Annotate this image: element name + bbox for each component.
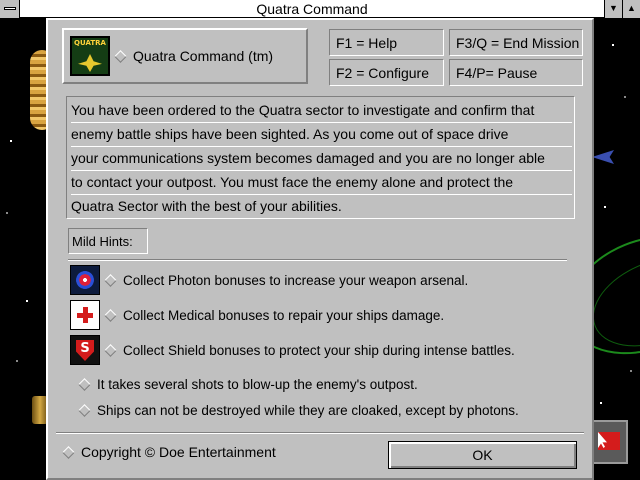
help-key-hint: F1 = Help (329, 29, 444, 56)
hint-row-photon: Collect Photon bonuses to increase your … (70, 265, 468, 295)
story-line: to contact your outpost. You must face t… (71, 171, 572, 195)
bullet-diamond-icon (78, 404, 91, 417)
divider (68, 259, 567, 261)
logo-text: QUATRA (74, 39, 106, 47)
hint-text: Collect Photon bonuses to increase your … (123, 272, 469, 288)
bullet-diamond-icon (78, 378, 91, 391)
maximize-arrow-icon: ▲ (627, 3, 636, 13)
star (6, 212, 8, 214)
hint-text: Collect Medical bonuses to repair your s… (123, 307, 445, 323)
bullet-diamond-icon (104, 343, 117, 357)
app-header-panel: QUATRA Quatra Command (tm) (62, 28, 308, 84)
maximize-button[interactable]: ▲ (622, 0, 640, 18)
bullet-diamond-icon (104, 308, 117, 322)
copyright-text: Copyright © Doe Entertainment (81, 444, 276, 460)
bullet-diamond-icon (62, 445, 75, 459)
hint-row-medical: Collect Medical bonuses to repair your s… (70, 300, 444, 330)
photon-bonus-icon (70, 265, 100, 295)
pause-key-hint: F4/P= Pause (449, 59, 583, 86)
ok-button[interactable]: OK (388, 441, 577, 469)
hint-text: Collect Shield bonuses to protect your s… (123, 342, 515, 358)
medical-bonus-icon (70, 300, 100, 330)
note-row: It takes several shots to blow-up the en… (74, 377, 418, 392)
bullet-diamond-icon (104, 273, 117, 287)
minimize-arrow-icon: ▼ (609, 3, 618, 13)
shield-bonus-icon: S (70, 335, 100, 365)
story-line: your communications system becomes damag… (71, 147, 572, 171)
bullet-diamond-icon (114, 49, 127, 63)
star (624, 96, 626, 98)
hint-row-shield: S Collect Shield bonuses to protect your… (70, 335, 515, 365)
mission-story-text: You have been ordered to the Quatra sect… (66, 96, 575, 219)
story-line: You have been ordered to the Quatra sect… (71, 99, 572, 123)
enemy-ship-sprite (592, 150, 614, 164)
star (612, 44, 614, 46)
star (16, 360, 18, 362)
story-line: Quatra Sector with the best of your abil… (71, 198, 342, 214)
story-line: enemy battle ships have been sighted. As… (71, 123, 572, 147)
note-text: Ships can not be destroyed while they ar… (97, 403, 519, 418)
star (600, 402, 602, 404)
star (604, 206, 606, 208)
note-row: Ships can not be destroyed while they ar… (74, 403, 519, 418)
copyright-notice: Copyright © Doe Entertainment (58, 444, 276, 460)
app-name: Quatra Command (tm) (133, 48, 274, 64)
outpost-sprite (592, 420, 628, 464)
note-text: It takes several shots to blow-up the en… (97, 377, 418, 392)
configure-key-hint: F2 = Configure (329, 59, 444, 86)
minimize-button[interactable]: ▼ (604, 0, 622, 18)
star (10, 140, 12, 142)
hints-heading: Mild Hints: (68, 228, 148, 254)
divider (56, 432, 584, 434)
star (630, 370, 632, 372)
quatra-logo-icon: QUATRA (70, 36, 110, 76)
title-bar: Quatra Command ▼ ▲ (0, 0, 640, 18)
star (26, 300, 28, 302)
system-menu-button[interactable] (0, 0, 20, 18)
end-mission-key-hint: F3/Q = End Mission (449, 29, 583, 56)
window-title: Quatra Command (256, 0, 368, 17)
mission-briefing-dialog: QUATRA Quatra Command (tm) F1 = Help F3/… (46, 18, 594, 480)
